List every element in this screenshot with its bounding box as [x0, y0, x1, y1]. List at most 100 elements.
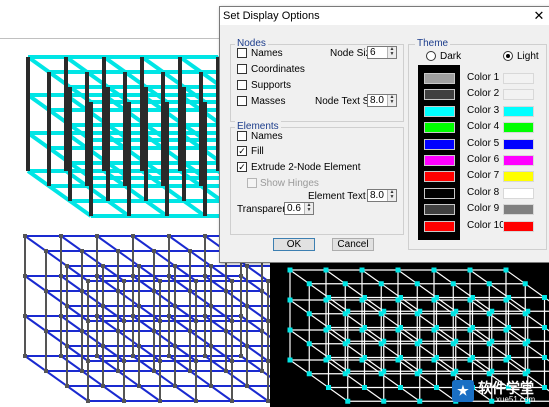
frame-node	[194, 359, 198, 363]
light-color-swatch[interactable]	[503, 138, 534, 150]
frame-node	[342, 371, 348, 377]
dark-color-swatch[interactable]	[424, 220, 455, 232]
node-masses-checkbox[interactable]	[237, 96, 247, 106]
spinner-arrows-icon[interactable]: ▲ ▼	[387, 95, 396, 106]
close-icon[interactable]: ✕	[532, 8, 546, 23]
theme-light-radio[interactable]	[503, 51, 513, 61]
frame-beam	[240, 315, 270, 338]
dark-color-swatch[interactable]	[424, 89, 455, 101]
frame-node	[44, 329, 48, 333]
frame-beam	[289, 299, 349, 342]
frame-node	[503, 267, 509, 273]
light-color-swatch[interactable]	[503, 220, 534, 232]
frame-node	[522, 281, 528, 287]
light-color-swatch[interactable]	[503, 89, 534, 101]
frame-node	[59, 354, 63, 358]
frame-node	[359, 297, 365, 303]
frame-node	[434, 385, 439, 390]
frame-node	[86, 319, 90, 323]
frame-node	[86, 359, 90, 363]
frame-beam	[397, 329, 457, 372]
frame-node	[431, 297, 437, 303]
dialog-titlebar[interactable]: Set Display Options ✕	[220, 7, 549, 25]
theme-dark-label: Dark	[440, 51, 462, 62]
frame-node	[209, 384, 213, 388]
node-size-spinner[interactable]: 6 ▲ ▼	[367, 46, 397, 59]
light-color-swatch[interactable]	[503, 122, 534, 134]
frame-node	[381, 398, 387, 404]
light-color-swatch[interactable]	[503, 187, 534, 199]
frame-node	[122, 279, 126, 283]
dark-color-swatch[interactable]	[424, 105, 455, 117]
theme-color-label: Color 7	[467, 170, 500, 182]
frame-node	[209, 304, 213, 308]
node-text-size-spinner[interactable]: 8.0 ▲ ▼	[367, 94, 397, 107]
frame-node	[230, 399, 234, 403]
frame-node	[486, 371, 492, 377]
transparency-spinner[interactable]: 0.6 ▲ ▼	[284, 202, 314, 215]
dark-color-swatch[interactable]	[424, 204, 455, 216]
element-text-size-spinner[interactable]: 8.0 ▲ ▼	[367, 189, 397, 202]
node-coordinates-checkbox[interactable]	[237, 64, 247, 74]
theme-dark-radio[interactable]	[426, 51, 436, 61]
frame-node	[467, 267, 473, 273]
frame-node	[450, 371, 456, 377]
frame-node	[173, 304, 177, 308]
extrude-2node-checkbox[interactable]: ✓	[237, 162, 247, 172]
cancel-button[interactable]: Cancel	[332, 238, 374, 251]
theme-color-label: Color 4	[467, 121, 500, 133]
frame-beam	[26, 169, 93, 218]
theme-color-label: Color 8	[467, 186, 500, 198]
light-color-swatch[interactable]	[503, 171, 534, 183]
node-supports-checkbox[interactable]	[237, 80, 247, 90]
frame-node	[65, 304, 69, 308]
frame-node	[467, 357, 473, 363]
frame-beam	[469, 299, 529, 342]
frame-node	[230, 319, 234, 323]
dark-color-swatch[interactable]	[424, 171, 455, 183]
frame-node	[486, 281, 492, 287]
frame-node	[65, 344, 69, 348]
spinner-arrows-icon[interactable]: ▲ ▼	[387, 47, 396, 58]
frame-node	[137, 264, 141, 268]
light-color-swatch[interactable]	[503, 105, 534, 117]
frame-node	[188, 329, 192, 333]
frame-node	[173, 384, 177, 388]
element-fill-checkbox[interactable]: ✓	[237, 146, 247, 156]
frame-node	[122, 359, 126, 363]
frame-node	[522, 371, 528, 377]
light-color-swatch[interactable]	[503, 155, 534, 166]
dark-color-swatch[interactable]	[424, 138, 455, 150]
frame-node	[95, 274, 99, 278]
viewport-top-left[interactable]	[0, 38, 225, 229]
frame-node	[542, 325, 547, 330]
theme-color-label: Color 1	[467, 72, 500, 83]
node-names-checkbox[interactable]	[237, 48, 247, 58]
frame-node	[359, 267, 365, 273]
light-color-swatch[interactable]	[503, 73, 534, 84]
frame-node	[378, 281, 384, 287]
frame-node	[245, 384, 249, 388]
frame-node	[450, 281, 456, 287]
dark-color-swatch[interactable]	[424, 187, 455, 199]
frame-node	[414, 341, 420, 347]
node-masses-label: Masses	[251, 96, 286, 107]
frame-node	[158, 359, 162, 363]
frame-node	[260, 329, 264, 333]
frame-node	[131, 314, 135, 318]
frame-beam	[433, 299, 493, 342]
show-hinges-checkbox[interactable]	[247, 178, 257, 188]
ok-button[interactable]: OK	[273, 238, 315, 251]
dark-color-swatch[interactable]	[424, 73, 455, 84]
dark-color-swatch[interactable]	[424, 122, 455, 134]
dark-color-swatch[interactable]	[424, 155, 455, 166]
theme-color-label: Color 9	[467, 203, 500, 215]
frame-node	[59, 314, 63, 318]
spinner-arrows-icon[interactable]: ▲ ▼	[304, 203, 313, 214]
node-text-size-value: 8.0	[370, 95, 384, 106]
light-color-swatch[interactable]	[503, 204, 534, 216]
spinner-arrows-icon[interactable]: ▲ ▼	[387, 190, 396, 201]
element-names-checkbox[interactable]	[237, 131, 247, 141]
show-hinges-label: Show Hinges	[260, 178, 319, 189]
frame-node	[323, 327, 329, 333]
